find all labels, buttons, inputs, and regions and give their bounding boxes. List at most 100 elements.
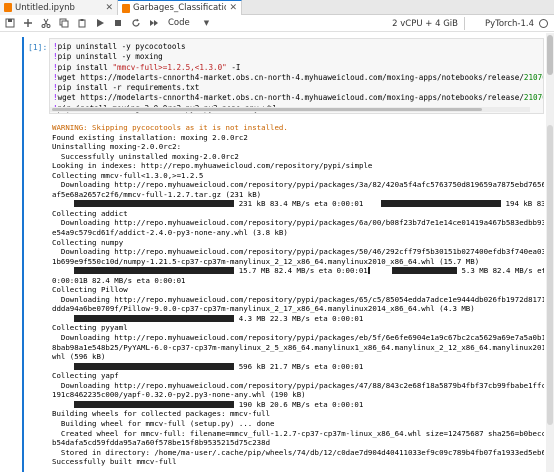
progress-bar xyxy=(74,200,235,208)
output-line: ddda94a6be0709f/Pillow-9.0.0-cp37-cp37m-… xyxy=(52,304,475,314)
active-cell-marker[interactable] xyxy=(22,37,24,472)
play-icon xyxy=(97,19,104,27)
close-icon[interactable]: ✕ xyxy=(229,3,237,13)
code-line-text: !pip install "mmcv-full>=1.2.5,<1.3.0" -… xyxy=(53,62,241,72)
close-icon[interactable]: ✕ xyxy=(105,3,113,13)
output-line: 191c8462235c000/yapf-0.32.0-py2.py3-none… xyxy=(52,390,306,400)
output-line: Uninstalling moxing-2.0.0rc2: xyxy=(52,142,182,152)
output-line: 1b699e9f550c10d/numpy-1.21.5-cp37-cp37m-… xyxy=(52,256,480,266)
code-line: !wget https://modelarts-cnnorth4-market.… xyxy=(53,93,543,103)
output-line: Downloading http://repo.myhuaweicloud.co… xyxy=(52,218,544,228)
output-line: Collecting pyyaml xyxy=(52,323,128,333)
execution-prompt: [1]: xyxy=(28,43,48,52)
progress-bar xyxy=(367,267,370,275)
tab-label: Garbages_Classification.ipynb xyxy=(133,3,226,13)
output-line: 0:00:01B 82.4 MB/s eta 0:00:01 xyxy=(52,275,186,285)
output-line: Collecting yapf xyxy=(52,371,119,381)
plus-icon xyxy=(24,19,32,27)
toolbar-divider xyxy=(464,17,465,30)
warning-line: WARNING: Skipping pycocotools as it is n… xyxy=(52,123,288,132)
code-line: !pip install "mmcv-full>=1.2.5,<1.3.0" -… xyxy=(53,63,543,73)
tab-untitled[interactable]: Untitled.ipynb ✕ xyxy=(0,0,118,15)
code-line-text: pip uninstall -y pycocotools xyxy=(57,42,186,51)
output-line: e54a9c579cd61f/addict-2.4.0-py3-none-any… xyxy=(52,228,288,238)
code-line: !pip install -r requirements.txt xyxy=(53,83,543,93)
code-line-text: !pip uninstall -y moxing xyxy=(53,52,163,62)
output-line: Building wheels for collected packages: … xyxy=(52,409,271,419)
code-line-text: !wget https://modelarts-cnnorth4-market.… xyxy=(53,93,543,103)
output-line: Collecting mmcv-full<1.3.0,>=1.2.5 xyxy=(52,170,204,180)
output-line: Downloading http://repo.myhuaweicloud.co… xyxy=(52,380,544,390)
output-line: Found existing installation: moxing 2.0.… xyxy=(52,132,248,142)
paste-icon xyxy=(78,19,86,28)
progress-line: 596 kB 21.7 MB/s eta 0:00:01 xyxy=(52,362,544,372)
output-line: Stored in directory: /home/ma-user/.cach… xyxy=(52,447,544,457)
output-line: Downloading http://repo.myhuaweicloud.co… xyxy=(52,294,544,304)
output-line: Building wheel for mmcv-full (setup.py) … xyxy=(52,418,275,428)
stop-button[interactable] xyxy=(110,16,126,31)
code-cell-input[interactable]: !pip uninstall -y pycocotools !pip uninst… xyxy=(49,38,544,114)
notebook-toolbar: Code ▼ 2 vCPU + 4 GiB PyTorch-1.4 xyxy=(0,15,554,32)
run-button[interactable] xyxy=(92,16,108,31)
restart-icon xyxy=(132,18,140,27)
code-line-text: !wget https://modelarts-cnnorth4-market.… xyxy=(53,72,543,82)
cell-type-select[interactable]: Code ▼ xyxy=(168,18,209,28)
code-line: !pip uninstall -y pycocotools xyxy=(53,42,186,51)
progress-bar xyxy=(74,267,235,275)
restart-button[interactable] xyxy=(128,16,144,31)
kernel-name[interactable]: PyTorch-1.4 xyxy=(485,15,534,32)
progress-bar xyxy=(74,362,235,370)
code-line: !wget https://modelarts-cnnorth4-market.… xyxy=(53,73,543,83)
save-button[interactable] xyxy=(2,16,18,31)
output-line: Collecting numpy xyxy=(52,237,124,247)
horizontal-scrollbar[interactable] xyxy=(50,107,530,112)
scrollbar-thumb[interactable] xyxy=(52,108,482,111)
resource-indicator[interactable]: 2 vCPU + 4 GiB xyxy=(392,15,458,32)
save-icon xyxy=(5,18,15,28)
kernel-status-icon xyxy=(539,19,548,28)
progress-line: 190 kB 20.6 MB/s eta 0:00:01 xyxy=(52,400,544,410)
output-line: Created wheel for mmcv-full: filename=mm… xyxy=(52,428,544,438)
output-line: Downloading http://repo.myhuaweicloud.co… xyxy=(52,247,544,257)
progress-line: 4.3 MB 22.3 MB/s eta 0:00:01 xyxy=(52,314,544,324)
stop-icon xyxy=(115,20,121,26)
copy-icon xyxy=(59,18,69,28)
copy-button[interactable] xyxy=(56,16,72,31)
output-line: Downloading http://repo.myhuaweicloud.co… xyxy=(52,180,544,190)
output-line: whl (596 kB) xyxy=(52,352,106,362)
code-editor[interactable]: !pip uninstall -y pycocotools !pip uninst… xyxy=(50,39,543,113)
code-line: !pip uninstall -y moxing xyxy=(53,52,543,62)
chevron-down-icon: ▼ xyxy=(203,19,210,27)
notebook-icon xyxy=(4,3,12,12)
output-scrollbar-thumb[interactable] xyxy=(547,125,553,425)
tab-bar: Untitled.ipynb ✕ Garbages_Classification… xyxy=(0,0,554,15)
progress-line: 231 kB 83.4 MB/s eta 0:00:01 194 kB 83.4… xyxy=(52,199,544,209)
output-line: Successfully built mmcv-full xyxy=(52,457,177,467)
run-all-button[interactable] xyxy=(146,16,162,31)
notebook-icon xyxy=(122,3,130,13)
cut-button[interactable] xyxy=(38,16,54,31)
progress-bar xyxy=(74,314,235,322)
output-line: af5e68a2657c2f6/mmcv-full-1.2.7.tar.gz (… xyxy=(52,189,262,199)
output-line: Successfully uninstalled moxing-2.0.0rc2 xyxy=(52,151,239,161)
output-line: 8bab98a1e548b25/PyYAML-6.0-cp37-cp37m-ma… xyxy=(52,342,544,352)
scrollbar-thumb[interactable] xyxy=(547,35,553,75)
progress-bar xyxy=(392,267,457,275)
output-text: WARNING: Skipping pycocotools as it is n… xyxy=(49,123,544,467)
paste-button[interactable] xyxy=(74,16,90,31)
vertical-scrollbar[interactable] xyxy=(546,33,554,472)
output-line: Collecting addict xyxy=(52,208,128,218)
output-line: Downloading http://repo.myhuaweicloud.co… xyxy=(52,333,544,343)
output-line: Collecting Pillow xyxy=(52,285,128,295)
progress-bar xyxy=(74,400,235,408)
cell-output: WARNING: Skipping pycocotools as it is n… xyxy=(49,123,544,472)
add-cell-button[interactable] xyxy=(20,16,36,31)
progress-bar xyxy=(381,200,502,208)
scissors-icon xyxy=(41,18,51,28)
code-line-text: !pip install -r requirements.txt xyxy=(53,83,200,93)
notebook-panel: [1]: !pip uninstall -y pycocotools !pip u… xyxy=(0,33,554,472)
cell-type-value: Code xyxy=(168,18,190,28)
progress-line: 15.7 MB 82.4 MB/s eta 0:00:01 5.3 MB 82.… xyxy=(52,266,544,276)
tab-garbages-classification[interactable]: Garbages_Classification.ipynb ✕ xyxy=(118,0,242,15)
fast-forward-icon xyxy=(150,20,158,26)
